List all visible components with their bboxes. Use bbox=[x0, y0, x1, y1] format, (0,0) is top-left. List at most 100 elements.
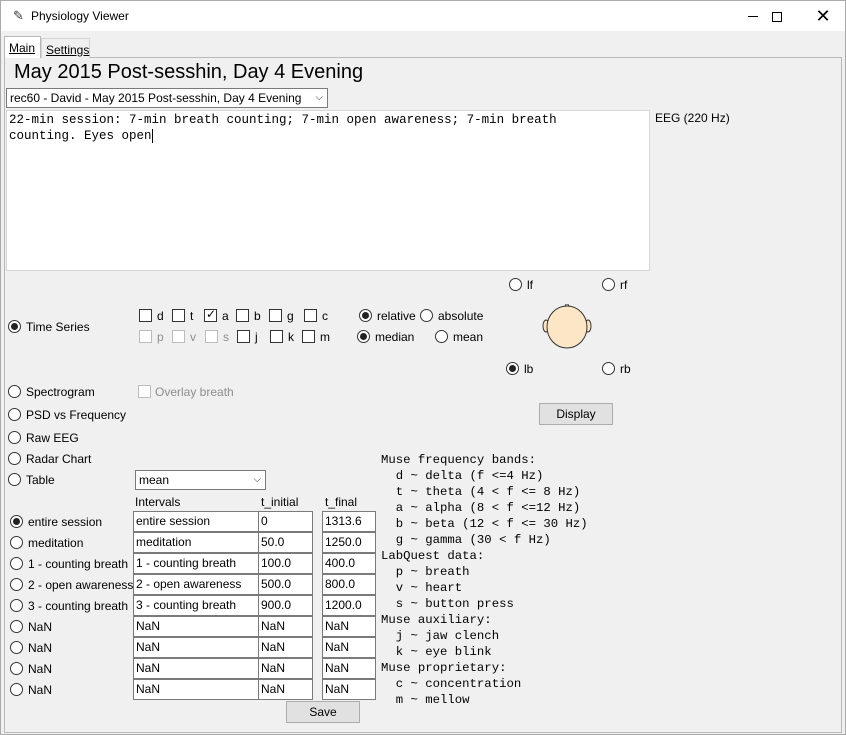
t-final-field[interactable]: NaN bbox=[322, 616, 376, 637]
t-initial-field[interactable]: 100.0 bbox=[258, 553, 313, 574]
radio-median[interactable] bbox=[357, 330, 370, 343]
title-bar[interactable]: ✎ Physiology Viewer ✕ bbox=[1, 1, 845, 31]
t-initial-field[interactable]: NaN bbox=[258, 637, 313, 658]
checkbox-g[interactable] bbox=[269, 309, 282, 322]
display-button[interactable]: Display bbox=[539, 403, 613, 425]
legend-line: d ~ delta (f <=4 Hz) bbox=[381, 469, 544, 483]
t-final-field[interactable]: NaN bbox=[322, 658, 376, 679]
maximize-icon bbox=[772, 11, 782, 22]
t-initial-field[interactable]: NaN bbox=[258, 679, 313, 700]
interval-radio[interactable] bbox=[10, 578, 23, 591]
t-final-field[interactable]: 1313.6 bbox=[322, 511, 376, 532]
interval-radio[interactable] bbox=[10, 536, 23, 549]
legend-line: k ~ eye blink bbox=[381, 645, 492, 659]
interval-radio[interactable] bbox=[10, 683, 23, 696]
interval-radio[interactable] bbox=[10, 662, 23, 675]
legend-line: v ~ heart bbox=[381, 581, 463, 595]
t-initial-field[interactable]: 50.0 bbox=[258, 532, 313, 553]
t-initial-field[interactable]: NaN bbox=[258, 658, 313, 679]
page-title: May 2015 Post-sesshin, Day 4 Evening bbox=[14, 61, 364, 83]
legend-line: j ~ jaw clench bbox=[381, 629, 500, 643]
checkbox-b[interactable] bbox=[236, 309, 249, 322]
interval-name-field[interactable]: NaN bbox=[133, 637, 259, 658]
interval-name-field[interactable]: NaN bbox=[133, 616, 259, 637]
window-title: Physiology Viewer bbox=[31, 9, 129, 23]
checkbox-d[interactable] bbox=[139, 309, 152, 322]
interval-radio-label: 3 - counting breath bbox=[28, 599, 129, 613]
interval-name-field[interactable]: NaN bbox=[133, 679, 259, 700]
interval-name-field[interactable]: 1 - counting breath bbox=[133, 553, 259, 574]
interval-radio[interactable] bbox=[10, 557, 23, 570]
checkbox-m[interactable] bbox=[302, 330, 315, 343]
t-initial-field[interactable]: 500.0 bbox=[258, 574, 313, 595]
band-legend: Muse frequency bands: d ~ delta (f <=4 H… bbox=[381, 452, 588, 708]
radio-radar-chart[interactable] bbox=[8, 452, 21, 465]
sensor-lf-label: lf bbox=[527, 278, 533, 292]
t-final-field[interactable]: NaN bbox=[322, 679, 376, 700]
checkbox-c[interactable] bbox=[304, 309, 317, 322]
close-button[interactable]: ✕ bbox=[800, 2, 846, 31]
interval-name-field[interactable]: meditation bbox=[133, 532, 259, 553]
radio-sensor-lb[interactable] bbox=[506, 362, 519, 375]
interval-radio-label: NaN bbox=[28, 683, 53, 697]
radio-spectrogram[interactable] bbox=[8, 385, 21, 398]
interval-name-field[interactable]: NaN bbox=[133, 658, 259, 679]
interval-radio[interactable] bbox=[10, 599, 23, 612]
legend-line: a ~ alpha (8 < f <=12 Hz) bbox=[381, 501, 581, 515]
table-stat-select[interactable]: mean ⌵ bbox=[135, 470, 266, 490]
checkbox-t[interactable] bbox=[172, 309, 185, 322]
radio-psd[interactable] bbox=[8, 408, 21, 421]
radio-absolute[interactable] bbox=[420, 309, 433, 322]
median-label: median bbox=[375, 330, 415, 344]
interval-name-field[interactable]: entire session bbox=[133, 511, 259, 532]
tab-settings[interactable]: Settings bbox=[41, 38, 90, 58]
interval-radio-label: 2 - open awareness bbox=[28, 578, 134, 592]
t-initial-field[interactable]: 0 bbox=[258, 511, 313, 532]
checkbox-p-label: p bbox=[157, 330, 164, 344]
radio-sensor-rb[interactable] bbox=[602, 362, 615, 375]
t-final-field[interactable]: 1250.0 bbox=[322, 532, 376, 553]
legend-line: Muse frequency bands: bbox=[381, 453, 536, 467]
t-final-field[interactable]: 800.0 bbox=[322, 574, 376, 595]
legend-line: p ~ breath bbox=[381, 565, 470, 579]
radio-table[interactable] bbox=[8, 473, 21, 486]
tab-main[interactable]: Main bbox=[4, 36, 41, 58]
checkbox-k[interactable] bbox=[270, 330, 283, 343]
radio-mean[interactable] bbox=[435, 330, 448, 343]
save-button[interactable]: Save bbox=[286, 701, 360, 723]
interval-name-field[interactable]: 2 - open awareness bbox=[133, 574, 259, 595]
radio-sensor-rf[interactable] bbox=[602, 278, 615, 291]
text-cursor bbox=[151, 129, 153, 143]
legend-line: s ~ button press bbox=[381, 597, 514, 611]
recording-select[interactable]: rec60 - David - May 2015 Post-sesshin, D… bbox=[6, 88, 328, 108]
radio-relative[interactable] bbox=[359, 309, 372, 322]
legend-line: c ~ concentration bbox=[381, 677, 522, 691]
t-initial-field[interactable]: 900.0 bbox=[258, 595, 313, 616]
t-initial-field[interactable]: NaN bbox=[258, 616, 313, 637]
interval-name-field[interactable]: 3 - counting breath bbox=[133, 595, 259, 616]
t-final-field[interactable]: NaN bbox=[322, 637, 376, 658]
checkbox-v-label: v bbox=[190, 330, 196, 344]
radio-time-series[interactable] bbox=[8, 320, 21, 333]
radio-raw-eeg[interactable] bbox=[8, 431, 21, 444]
absolute-label: absolute bbox=[438, 309, 484, 323]
session-notes-textarea[interactable]: 22-min session: 7-min breath counting; 7… bbox=[6, 110, 650, 271]
interval-radio[interactable] bbox=[10, 641, 23, 654]
checkbox-a[interactable] bbox=[204, 307, 217, 322]
checkbox-g-label: g bbox=[287, 309, 294, 323]
radar-chart-label: Radar Chart bbox=[26, 452, 92, 466]
radio-sensor-lf[interactable] bbox=[509, 278, 522, 291]
eeg-rate-label: EEG (220 Hz) bbox=[655, 111, 730, 125]
legend-line: Muse proprietary: bbox=[381, 661, 507, 675]
t-final-field[interactable]: 400.0 bbox=[322, 553, 376, 574]
maximize-button[interactable] bbox=[754, 2, 800, 31]
legend-line: m ~ mellow bbox=[381, 693, 470, 707]
t-final-field[interactable]: 1200.0 bbox=[322, 595, 376, 616]
interval-radio[interactable] bbox=[10, 515, 23, 528]
checkbox-j[interactable] bbox=[237, 330, 250, 343]
interval-radio-label: entire session bbox=[28, 515, 103, 529]
interval-radio-label: meditation bbox=[28, 536, 84, 550]
chevron-down-icon: ⌵ bbox=[315, 92, 323, 103]
interval-radio[interactable] bbox=[10, 620, 23, 633]
checkbox-overlay-breath bbox=[138, 385, 151, 398]
